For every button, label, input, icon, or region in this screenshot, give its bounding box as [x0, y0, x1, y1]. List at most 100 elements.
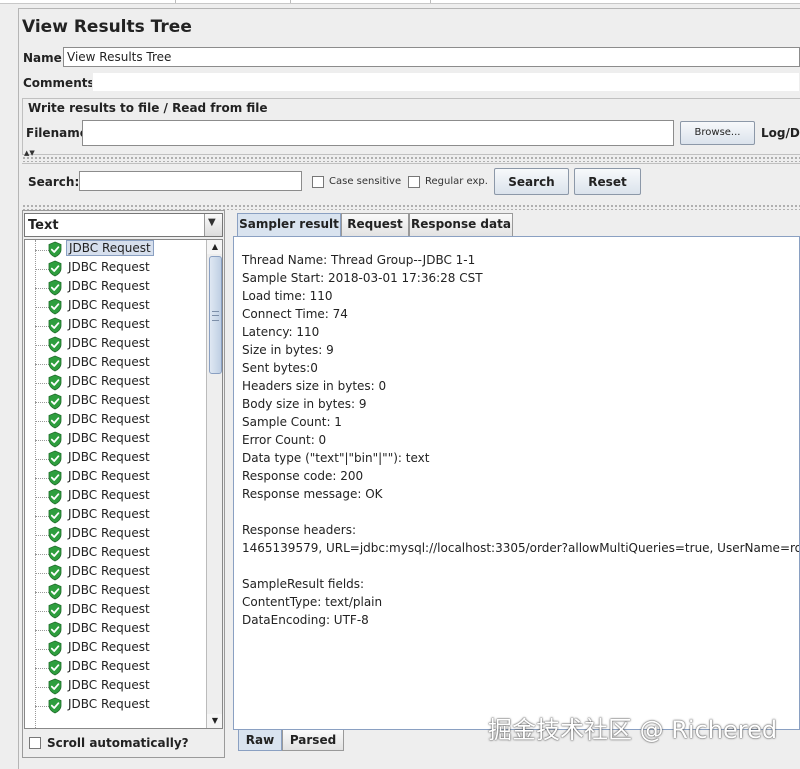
name-field[interactable]: View Results Tree [63, 47, 800, 67]
tree-item-label: JDBC Request [68, 431, 150, 445]
filename-input[interactable] [82, 120, 674, 146]
log-display-label: Log/Dis [761, 126, 800, 140]
scroll-thumb[interactable] [209, 256, 222, 374]
tree-item-label: JDBC Request [66, 240, 154, 256]
tree-item[interactable]: JDBC Request [25, 525, 205, 544]
success-shield-icon [47, 697, 63, 717]
tree-item-label: JDBC Request [68, 298, 150, 312]
tree-item[interactable]: JDBC Request [25, 297, 205, 316]
scroll-down-icon[interactable]: ▼ [207, 714, 222, 728]
tree-item-label: JDBC Request [68, 469, 150, 483]
tree-item-label: JDBC Request [68, 678, 150, 692]
tab-sampler-result[interactable]: Sampler result [237, 213, 341, 236]
success-shield-icon [47, 564, 63, 584]
results-tree[interactable]: JDBC Request JDBC Request JDBC Request JDBC… [24, 239, 223, 729]
success-shield-icon [47, 241, 63, 261]
tree-scrollbar[interactable]: ▲ ▼ [206, 240, 222, 728]
result-line: Connect Time: 74 [242, 307, 348, 321]
tree-item[interactable]: JDBC Request [25, 278, 205, 297]
tree-item-label: JDBC Request [68, 640, 150, 654]
tree-item-label: JDBC Request [68, 412, 150, 426]
tree-item-label: JDBC Request [68, 545, 150, 559]
tab-request[interactable]: Request [341, 213, 409, 236]
filename-label: Filename [26, 126, 88, 140]
reset-button[interactable]: Reset [574, 168, 641, 195]
split-divider-top[interactable] [22, 156, 800, 162]
tree-item-label: JDBC Request [68, 583, 150, 597]
search-label: Search: [28, 175, 80, 189]
result-line: Sample Start: 2018-03-01 17:36:28 CST [242, 271, 483, 285]
tree-item[interactable]: JDBC Request [25, 620, 205, 639]
tree-item[interactable]: JDBC Request [25, 487, 205, 506]
success-shield-icon [47, 469, 63, 489]
success-shield-icon [47, 355, 63, 375]
result-line: ContentType: text/plain [242, 595, 383, 609]
tree-item[interactable]: JDBC Request [25, 506, 205, 525]
case-sensitive-label: Case sensitive [329, 176, 402, 187]
tree-item-label: JDBC Request [68, 659, 150, 673]
tree-item-label: JDBC Request [68, 507, 150, 521]
result-line: 1465139579, URL=jdbc:mysql://localhost:3… [242, 541, 800, 555]
tree-item[interactable]: JDBC Request [25, 544, 205, 563]
tree-item[interactable]: JDBC Request [25, 468, 205, 487]
tree-item[interactable]: JDBC Request [25, 639, 205, 658]
tree-item[interactable]: JDBC Request [25, 677, 205, 696]
tree-item-label: JDBC Request [68, 602, 150, 616]
scroll-up-icon[interactable]: ▲ [207, 240, 222, 254]
file-group-title: Write results to file / Read from file [28, 101, 268, 115]
comments-label: Comments: [23, 76, 100, 90]
case-sensitive-checkbox[interactable] [312, 176, 324, 188]
tree-item-label: JDBC Request [68, 450, 150, 464]
success-shield-icon [47, 412, 63, 432]
success-shield-icon [47, 545, 63, 565]
regex-checkbox[interactable] [408, 176, 420, 188]
tree-item[interactable]: JDBC Request [25, 563, 205, 582]
tree-item[interactable]: JDBC Request [25, 240, 205, 259]
success-shield-icon [47, 298, 63, 318]
tree-item[interactable]: JDBC Request [25, 582, 205, 601]
collapse-arrows-icon[interactable]: ▲▼ [24, 150, 35, 157]
tree-item[interactable]: JDBC Request [25, 373, 205, 392]
success-shield-icon [47, 583, 63, 603]
result-line: Load time: 110 [242, 289, 333, 303]
tree-item[interactable]: JDBC Request [25, 696, 205, 715]
browse-button[interactable]: Browse... [680, 121, 755, 145]
result-line: Response code: 200 [242, 469, 364, 483]
sampler-result-text[interactable]: Thread Name: Thread Group--JDBC 1-1 Sampl… [233, 236, 800, 730]
scroll-auto-checkbox[interactable] [29, 737, 41, 749]
tab-raw[interactable]: Raw [238, 730, 282, 751]
renderer-select[interactable]: Text ▼ [24, 213, 223, 237]
page-title: View Results Tree [22, 17, 192, 37]
tree-item[interactable]: JDBC Request [25, 335, 205, 354]
tree-item-label: JDBC Request [68, 564, 150, 578]
tree-item[interactable]: JDBC Request [25, 316, 205, 335]
tree-item[interactable]: JDBC Request [25, 259, 205, 278]
result-line: Headers size in bytes: 0 [242, 379, 387, 393]
success-shield-icon [47, 450, 63, 470]
search-button[interactable]: Search [494, 168, 569, 195]
tab-parsed[interactable]: Parsed [282, 730, 344, 751]
comments-field[interactable] [92, 72, 800, 92]
search-input[interactable] [79, 171, 302, 191]
tree-item[interactable]: JDBC Request [25, 601, 205, 620]
tree-item-label: JDBC Request [68, 488, 150, 502]
tree-item-label: JDBC Request [68, 317, 150, 331]
success-shield-icon [47, 640, 63, 660]
tree-item[interactable]: JDBC Request [25, 354, 205, 373]
tree-item[interactable]: JDBC Request [25, 411, 205, 430]
success-shield-icon [47, 602, 63, 622]
tree-item[interactable]: JDBC Request [25, 392, 205, 411]
results-tree-panel: Text ▼ JDBC Request JDBC Request JDBC Requ… [22, 210, 225, 758]
success-shield-icon [47, 488, 63, 508]
chevron-down-icon[interactable]: ▼ [204, 214, 222, 236]
result-line: Body size in bytes: 9 [242, 397, 367, 411]
tree-item-label: JDBC Request [68, 526, 150, 540]
success-shield-icon [47, 659, 63, 679]
tree-item[interactable]: JDBC Request [25, 449, 205, 468]
success-shield-icon [47, 678, 63, 698]
tree-item[interactable]: JDBC Request [25, 658, 205, 677]
tree-item[interactable]: JDBC Request [25, 430, 205, 449]
success-shield-icon [47, 526, 63, 546]
tab-response-data[interactable]: Response data [409, 213, 513, 236]
success-shield-icon [47, 317, 63, 337]
